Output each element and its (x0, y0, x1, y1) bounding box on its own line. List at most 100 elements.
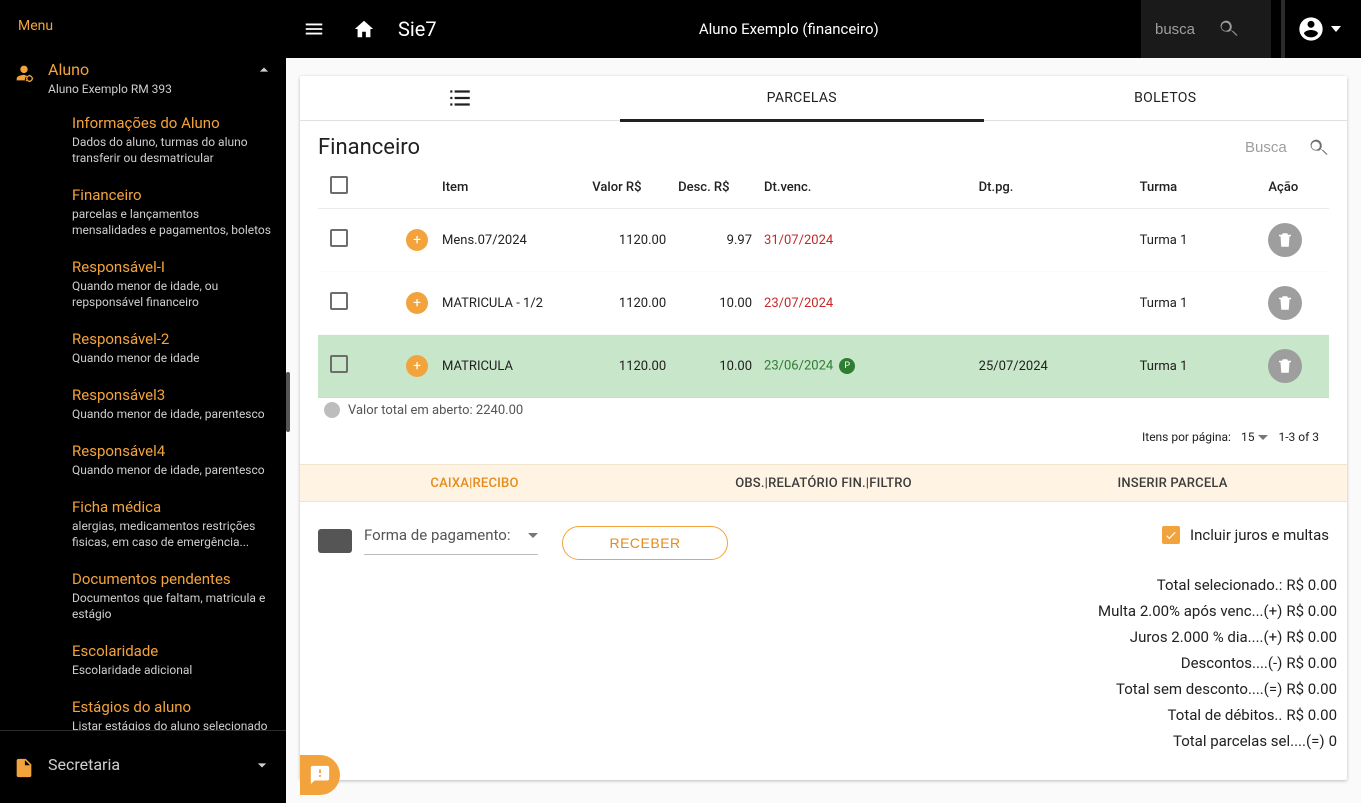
th-dtpg: Dt.pg. (973, 166, 1134, 209)
tab-parcelas[interactable]: PARCELAS (620, 76, 984, 120)
row-checkbox[interactable] (330, 355, 348, 373)
section-title: Aluno (48, 60, 244, 80)
cell-valor: 1120.00 (586, 209, 672, 272)
expand-row-button[interactable]: + (406, 355, 428, 377)
totals-value: 0 (1329, 732, 1337, 750)
th-valor: Valor R$ (586, 166, 672, 209)
include-interest-checkbox[interactable] (1162, 526, 1180, 544)
sidebar-item-8[interactable]: EscolaridadeEscolaridade adicional (50, 632, 286, 688)
sidebar-item-5[interactable]: Responsável4Quando menor de idade, paren… (50, 432, 286, 488)
header-search[interactable] (1141, 0, 1271, 58)
home-button[interactable] (344, 9, 384, 49)
expand-row-button[interactable]: + (406, 292, 428, 314)
totals-value: R$ 0.00 (1286, 654, 1337, 672)
header: Sie7 Aluno Exemplo (financeiro) (286, 0, 1361, 58)
chevron-down-icon (252, 755, 272, 779)
sidebar-item-4[interactable]: Responsável3Quando menor de idade, paren… (50, 376, 286, 432)
sidebar-scroll[interactable]: Aluno Aluno Exemplo RM 393 Informações d… (0, 52, 286, 731)
caret-down-icon (1331, 24, 1341, 34)
sidebar-item-title: Financeiro (72, 186, 272, 204)
sidebar-item-desc: Documentos que faltam, matricula e estág… (72, 590, 272, 622)
totals-row: Total parcelas sel....(=) 0 (300, 728, 1337, 754)
content: PARCELAS BOLETOS Financeiro (286, 58, 1361, 803)
totals-value: R$ 0.00 (1286, 706, 1337, 724)
tab-obs[interactable]: OBS.|RELATÓRIO FIN.|FILTRO (649, 465, 998, 501)
totals-label: Total parcelas sel....(=) (1173, 732, 1329, 750)
panel-search[interactable] (1243, 137, 1329, 159)
th-turma: Turma (1134, 166, 1263, 209)
totals-row: Total sem desconto....(=) R$ 0.00 (300, 676, 1337, 702)
page-size-select[interactable]: 15 (1241, 430, 1269, 444)
delete-row-button[interactable] (1268, 223, 1302, 257)
totals-row: Juros 2.000 % dia....(+) R$ 0.00 (300, 624, 1337, 650)
table-row: +MATRICULA - 1/21120.0010.0023/07/2024Tu… (318, 272, 1329, 335)
select-all-checkbox[interactable] (330, 176, 348, 194)
tab-caixa[interactable]: CAIXA|RECIBO (300, 465, 649, 501)
totals-label: Total sem desconto....(=) (1116, 680, 1286, 698)
sidebar-item-7[interactable]: Documentos pendentes Documentos que falta… (50, 560, 286, 632)
menu-label: Menu (0, 0, 286, 52)
paginator: Itens por página: 15 1-3 of 3 (318, 422, 1329, 456)
feedback-fab[interactable] (300, 755, 340, 795)
tab-inserir[interactable]: INSERIR PARCELA (998, 465, 1347, 501)
payment-method-select[interactable]: Forma de pagamento: (364, 526, 538, 555)
sidebar-item-desc: Quando menor de idade, parentesco (72, 462, 272, 478)
sidebar-item-desc: Listar estágios do aluno selecionado (72, 718, 272, 731)
sidebar-resize-handle[interactable] (282, 0, 290, 803)
total-open-strip: Valor total em aberto: 2240.00 (318, 398, 1329, 422)
panel-search-input[interactable] (1243, 138, 1307, 157)
cell-dtvenc: 31/07/2024 (758, 209, 973, 272)
totals-row: Total selecionado.: R$ 0.00 (300, 572, 1337, 598)
row-checkbox[interactable] (330, 229, 348, 247)
cell-turma: Turma 1 (1134, 272, 1263, 335)
account-menu[interactable] (1281, 0, 1353, 58)
top-tabs: PARCELAS BOLETOS (300, 76, 1347, 121)
delete-row-button[interactable] (1268, 286, 1302, 320)
sidebar-item-title: Escolaridade (72, 642, 272, 660)
receber-button[interactable]: RECEBER (562, 526, 727, 560)
cell-desc: 10.00 (672, 272, 758, 335)
menu-toggle-button[interactable] (294, 9, 334, 49)
sidebar-item-title: Responsável-2 (72, 330, 272, 348)
chevron-up-icon (254, 60, 274, 84)
delete-row-button[interactable] (1268, 349, 1302, 383)
sidebar-item-title: Responsável3 (72, 386, 272, 404)
tab-list-view[interactable] (300, 76, 620, 120)
totals-label: Multa 2.00% após venc...(+) (1098, 602, 1286, 620)
caret-down-icon (1258, 435, 1268, 440)
panel-title: Financeiro (318, 135, 420, 160)
totals-row: Multa 2.00% após venc...(+) R$ 0.00 (300, 598, 1337, 624)
sidebar-section-secretaria[interactable]: Secretaria (0, 731, 286, 803)
sidebar-section-aluno[interactable]: Aluno Aluno Exemplo RM 393 (0, 52, 286, 104)
sidebar-item-0[interactable]: Informações do AlunoDados do aluno, turm… (50, 104, 286, 176)
sidebar-item-2[interactable]: Responsável-IQuando menor de idade, ou r… (50, 248, 286, 320)
sidebar-item-title: Documentos pendentes (72, 570, 272, 588)
search-input[interactable] (1153, 20, 1217, 39)
table-row: +Mens.07/20241120.009.9731/07/2024Turma … (318, 209, 1329, 272)
sidebar-item-title: Responsável-I (72, 258, 272, 276)
row-checkbox[interactable] (330, 292, 348, 310)
page-size-label: Itens por página: (1142, 430, 1231, 444)
sidebar-bottom: Secretaria (0, 731, 286, 803)
sidebar-item-1[interactable]: Financeiro parcelas e lançamentos mensali… (50, 176, 286, 248)
cell-dtvenc: 23/07/2024 (758, 272, 973, 335)
sidebar: Menu Aluno Aluno Exemplo RM 393 Informaç… (0, 0, 286, 803)
totals-row: Descontos....(-) R$ 0.00 (300, 650, 1337, 676)
cell-turma: Turma 1 (1134, 335, 1263, 398)
tab-boletos[interactable]: BOLETOS (984, 76, 1348, 120)
search-icon (1217, 18, 1239, 40)
totals-label: Descontos....(-) (1181, 654, 1287, 672)
totals-value: R$ 0.00 (1286, 576, 1337, 594)
sidebar-item-3[interactable]: Responsável-2Quando menor de idade (50, 320, 286, 376)
expand-row-button[interactable]: + (406, 229, 428, 251)
sidebar-item-9[interactable]: Estágios do alunoListar estágios do alun… (50, 688, 286, 731)
sidebar-item-desc: parcelas e lançamentos mensalidades e pa… (72, 206, 272, 238)
cell-dtpg: 25/07/2024 (973, 335, 1134, 398)
totals-label: Total selecionado.: (1157, 576, 1287, 594)
cell-dtvenc: 23/06/2024P (758, 335, 973, 398)
sidebar-item-6[interactable]: Ficha médicaalergias, medicamentos restr… (50, 488, 286, 560)
sidebar-item-title: Informações do Aluno (72, 114, 272, 132)
totals-value: R$ 0.00 (1286, 602, 1337, 620)
total-open-label: Valor total em aberto: 2240.00 (348, 403, 523, 418)
parcelas-table: Item Valor R$ Desc. R$ Dt.venc. Dt.pg. T… (318, 166, 1329, 398)
